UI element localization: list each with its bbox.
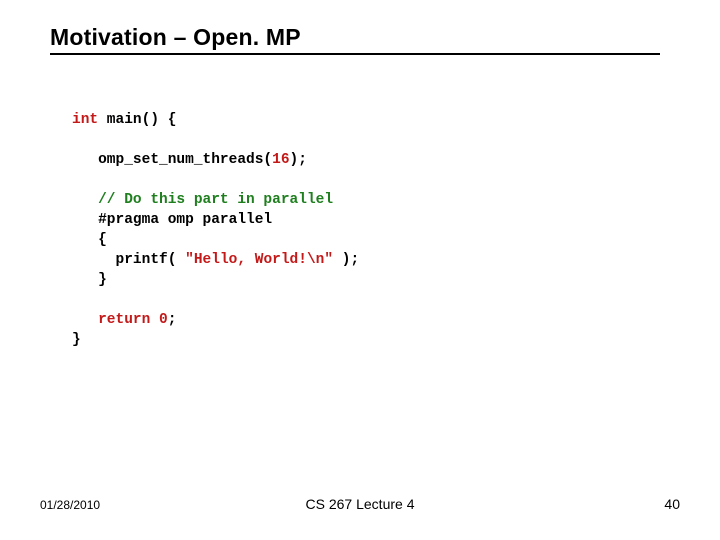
brace-close: } bbox=[98, 272, 107, 288]
printf-pre: printf( bbox=[116, 252, 186, 268]
printf-post: ); bbox=[333, 252, 359, 268]
return-post: ; bbox=[168, 312, 177, 328]
indent bbox=[72, 312, 98, 328]
indent bbox=[72, 252, 116, 268]
comment-parallel: // Do this part in parallel bbox=[98, 192, 333, 208]
pragma-omp: #pragma omp parallel bbox=[98, 212, 272, 228]
indent bbox=[72, 212, 98, 228]
string-hello: "Hello, World!\n" bbox=[185, 252, 333, 268]
literal-0: 0 bbox=[159, 312, 168, 328]
call-set-threads-pre: omp_set_num_threads( bbox=[98, 152, 272, 168]
indent bbox=[72, 232, 98, 248]
close-main-brace: } bbox=[72, 332, 81, 348]
brace-open: { bbox=[98, 232, 107, 248]
return-sp bbox=[150, 312, 159, 328]
title-bar: Motivation – Open. MP bbox=[50, 24, 660, 55]
indent bbox=[72, 272, 98, 288]
fn-signature: main() { bbox=[98, 112, 176, 128]
footer-course: CS 267 Lecture 4 bbox=[0, 496, 720, 512]
indent bbox=[72, 152, 98, 168]
call-set-threads-post: ); bbox=[290, 152, 307, 168]
keyword-return: return bbox=[98, 312, 150, 328]
literal-16: 16 bbox=[272, 152, 289, 168]
code-block: int main() { omp_set_num_threads(16); //… bbox=[72, 110, 359, 350]
keyword-int: int bbox=[72, 112, 98, 128]
indent bbox=[72, 192, 98, 208]
slide-title: Motivation – Open. MP bbox=[50, 24, 660, 51]
footer-page-number: 40 bbox=[664, 496, 680, 512]
